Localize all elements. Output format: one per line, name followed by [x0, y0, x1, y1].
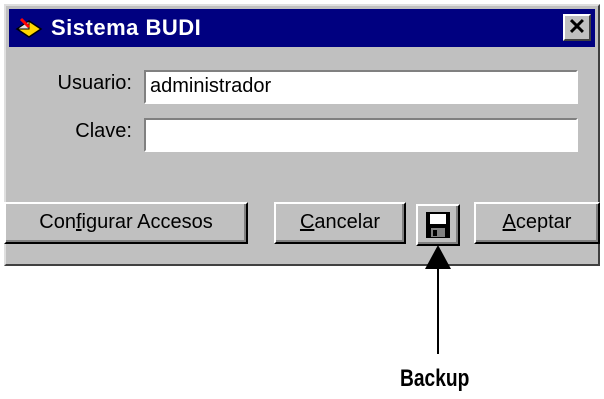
window-title: Sistema BUDI [51, 15, 202, 40]
app-icon [15, 17, 43, 38]
arrow-line [437, 262, 439, 354]
clave-input[interactable] [144, 118, 578, 152]
aceptar-button[interactable]: Aceptar [474, 202, 600, 244]
login-window: Sistema BUDI ✕ Usuario: administrador Cl… [4, 4, 600, 266]
close-button[interactable]: ✕ [563, 14, 591, 41]
backup-button[interactable] [416, 204, 460, 246]
title-bar[interactable]: Sistema BUDI ✕ [9, 9, 595, 47]
floppy-disk-icon [426, 212, 450, 238]
usuario-input[interactable]: administrador [144, 70, 578, 104]
close-icon: ✕ [567, 14, 587, 39]
usuario-label: Usuario: [57, 72, 132, 94]
cancelar-button[interactable]: Cancelar [274, 202, 406, 244]
backup-callout-label: Backup [400, 365, 470, 392]
clave-label: Clave: [75, 120, 132, 142]
configurar-accesos-button[interactable]: Configurar Accesos [4, 202, 248, 244]
